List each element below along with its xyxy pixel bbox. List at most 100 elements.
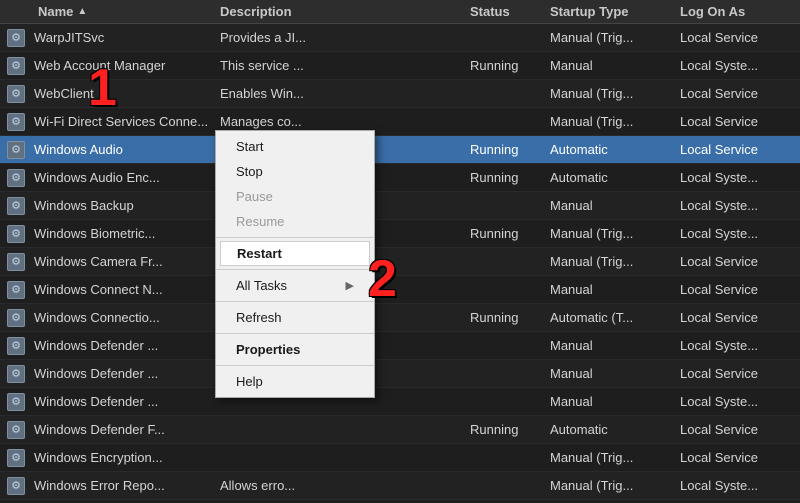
row-startup: Automatic (T...	[550, 310, 680, 325]
context-separator	[216, 237, 374, 238]
row-logon: Local Service	[680, 310, 800, 325]
service-icon	[6, 196, 26, 216]
header-logon: Log On As	[680, 4, 800, 19]
service-icon	[6, 364, 26, 384]
table-row[interactable]: Windows Connectio... Running Automatic (…	[0, 304, 800, 332]
header-description: Description	[220, 4, 470, 19]
submenu-arrow-icon: ▶	[346, 279, 354, 292]
row-description: Provides a JI...	[220, 30, 470, 45]
service-icon	[6, 168, 26, 188]
header-name[interactable]: Name ▲	[0, 4, 220, 19]
row-name: Windows Error Repo...	[0, 476, 220, 496]
context-separator	[216, 301, 374, 302]
row-name: Windows Defender ...	[0, 392, 220, 412]
row-description: Enables Win...	[220, 86, 470, 101]
row-startup: Automatic	[550, 422, 680, 437]
table-header: Name ▲ Description Status Startup Type L…	[0, 0, 800, 24]
row-logon: Local Syste...	[680, 338, 800, 353]
table-row[interactable]: Windows Defender F... Running Automatic …	[0, 416, 800, 444]
service-icon	[6, 56, 26, 76]
table-row[interactable]: Windows Defender ... Manual Local Servic…	[0, 360, 800, 388]
row-status: Running	[470, 226, 550, 241]
service-icon	[6, 420, 26, 440]
row-startup: Manual	[550, 366, 680, 381]
context-item-resume: Resume	[216, 209, 374, 234]
header-startup: Startup Type	[550, 4, 680, 19]
row-name: WarpJITSvc	[0, 28, 220, 48]
table-row[interactable]: Windows Audio Enc... Running Automatic L…	[0, 164, 800, 192]
service-icon	[6, 112, 26, 132]
table-row[interactable]: Windows Error Repo... Allows erro... Man…	[0, 472, 800, 500]
row-status: Running	[470, 310, 550, 325]
row-name: Windows Audio	[0, 140, 220, 160]
table-row[interactable]: WarpJITSvc Provides a JI... Manual (Trig…	[0, 24, 800, 52]
table-row[interactable]: Windows Defender ... Manual Local Syste.…	[0, 388, 800, 416]
service-icon	[6, 224, 26, 244]
row-status: Running	[470, 422, 550, 437]
service-icon	[6, 280, 26, 300]
row-status: Running	[470, 170, 550, 185]
table-row[interactable]: Windows Connect N... Manual Local Servic…	[0, 276, 800, 304]
service-icon	[6, 84, 26, 104]
table-row[interactable]: WebClient Enables Win... Manual (Trig...…	[0, 80, 800, 108]
row-name: Windows Backup	[0, 196, 220, 216]
row-logon: Local Service	[680, 254, 800, 269]
row-logon: Local Service	[680, 142, 800, 157]
context-item-start[interactable]: Start	[216, 134, 374, 159]
table-row[interactable]: Windows Encryption... Manual (Trig... Lo…	[0, 444, 800, 472]
context-item-help[interactable]: Help	[216, 369, 374, 394]
context-item-pause: Pause	[216, 184, 374, 209]
row-logon: Local Syste...	[680, 198, 800, 213]
context-menu: StartStopPauseResume Restart All Tasks▶ Ref…	[215, 130, 375, 398]
context-item-restart[interactable]: Restart	[220, 241, 370, 266]
context-item-stop[interactable]: Stop	[216, 159, 374, 184]
row-description: This service ...	[220, 58, 470, 73]
row-startup: Manual (Trig...	[550, 86, 680, 101]
row-name: Windows Connect N...	[0, 280, 220, 300]
row-logon: Local Syste...	[680, 170, 800, 185]
service-icon	[6, 252, 26, 272]
table-row[interactable]: Windows Defender ... Manual Local Syste.…	[0, 332, 800, 360]
row-name: Windows Audio Enc...	[0, 168, 220, 188]
service-icon	[6, 308, 26, 328]
row-startup: Automatic	[550, 170, 680, 185]
context-item-all-tasks[interactable]: All Tasks▶	[216, 273, 374, 298]
header-status: Status	[470, 4, 550, 19]
row-status: Running	[470, 58, 550, 73]
row-name: Wi-Fi Direct Services Conne...	[0, 112, 220, 132]
row-logon: Local Service	[680, 86, 800, 101]
row-startup: Automatic	[550, 142, 680, 157]
sort-arrow-icon: ▲	[77, 6, 87, 17]
table-row[interactable]: Windows Camera Fr... Manual (Trig... Loc…	[0, 248, 800, 276]
service-icon	[6, 476, 26, 496]
row-logon: Local Service	[680, 366, 800, 381]
context-separator	[216, 269, 374, 270]
row-name: Windows Defender ...	[0, 364, 220, 384]
row-startup: Manual (Trig...	[550, 450, 680, 465]
row-logon: Local Syste...	[680, 478, 800, 493]
row-name: Windows Biometric...	[0, 224, 220, 244]
row-startup: Manual (Trig...	[550, 478, 680, 493]
table-row[interactable]: Windows Audio Ma... Running Automatic Lo…	[0, 136, 800, 164]
row-name: Web Account Manager	[0, 56, 220, 76]
context-separator	[216, 333, 374, 334]
row-description: Manages co...	[220, 114, 470, 129]
service-icon	[6, 392, 26, 412]
table-row[interactable]: Windows Biometric... Running Manual (Tri…	[0, 220, 800, 248]
row-startup: Manual	[550, 338, 680, 353]
row-startup: Manual (Trig...	[550, 226, 680, 241]
table-row[interactable]: Wi-Fi Direct Services Conne... Manages c…	[0, 108, 800, 136]
row-startup: Manual	[550, 394, 680, 409]
table-row[interactable]: Web Account Manager This service ... Run…	[0, 52, 800, 80]
row-logon: Local Service	[680, 282, 800, 297]
context-item-refresh[interactable]: Refresh	[216, 305, 374, 330]
row-startup: Manual (Trig...	[550, 114, 680, 129]
row-startup: Manual	[550, 282, 680, 297]
row-logon: Local Syste...	[680, 58, 800, 73]
row-logon: Local Service	[680, 114, 800, 129]
row-name: Windows Defender ...	[0, 336, 220, 356]
service-icon	[6, 448, 26, 468]
table-row[interactable]: Windows Backup Manual Local Syste...	[0, 192, 800, 220]
context-item-properties[interactable]: Properties	[216, 337, 374, 362]
row-startup: Manual	[550, 198, 680, 213]
